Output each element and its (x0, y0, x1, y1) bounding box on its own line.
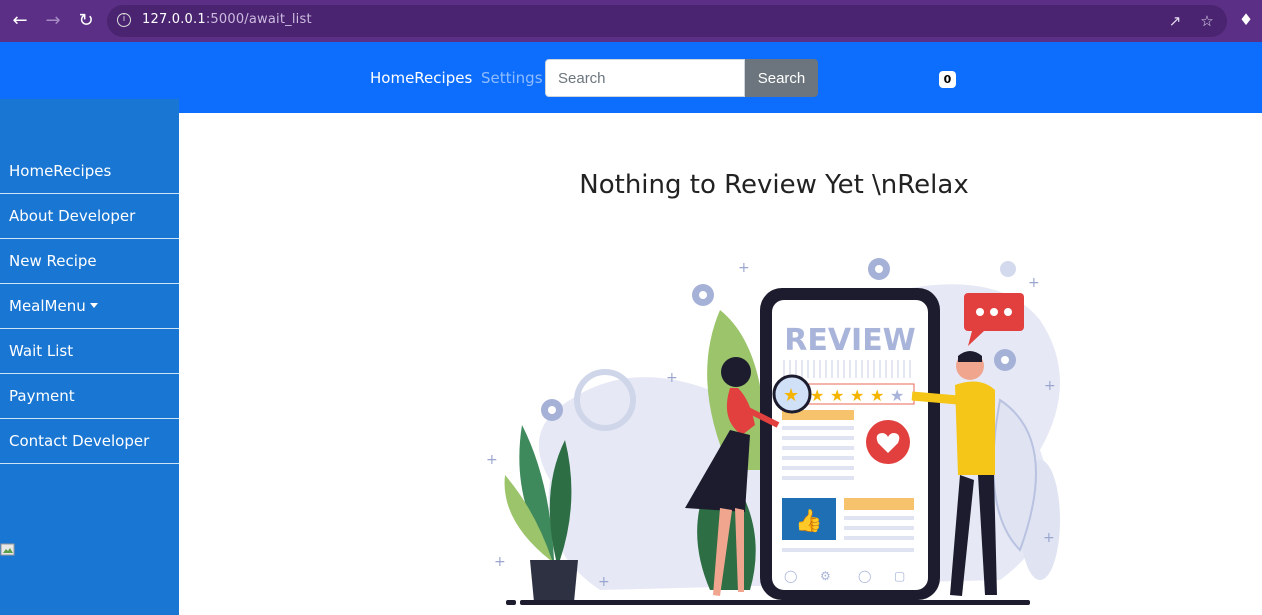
svg-text:★: ★ (870, 386, 884, 405)
sidebar-item-payment[interactable]: Payment (0, 374, 179, 419)
svg-text:+: + (1044, 378, 1056, 394)
extensions-puzzle-icon[interactable]: ♦ (1236, 10, 1256, 30)
reload-icon[interactable]: ↻ (75, 10, 97, 32)
back-arrow-icon[interactable]: ← (9, 10, 31, 32)
sidebar-item-label: Contact Developer (9, 432, 150, 450)
svg-text:★: ★ (783, 385, 799, 406)
svg-text:+: + (486, 452, 498, 468)
svg-text:⚙: ⚙ (820, 569, 831, 583)
screen-bar (844, 498, 914, 510)
page-title: Nothing to Review Yet \nRelax (579, 170, 969, 200)
phone-notch (825, 294, 885, 300)
search-input[interactable] (545, 59, 745, 97)
svg-text:★: ★ (810, 386, 824, 405)
svg-text:▢: ▢ (894, 569, 905, 583)
decor-dot (1000, 261, 1016, 277)
svg-text:👍: 👍 (795, 508, 822, 534)
cart-count-badge: 0 (939, 71, 956, 88)
browser-toolbar: ← → ↻ i 127.0.0.1:5000/await_list ↗ ☆ ♦ (0, 0, 1262, 42)
share-icon[interactable]: ↗ (1165, 11, 1185, 31)
woman-figure (721, 357, 751, 387)
sidebar-item-label: HomeRecipes (9, 162, 112, 180)
svg-text:+: + (494, 554, 506, 570)
svg-text:+: + (738, 260, 750, 276)
svg-text:+: + (1028, 275, 1040, 291)
sidebar-item-new-recipe[interactable]: New Recipe (0, 239, 179, 284)
svg-text:+: + (666, 370, 678, 386)
bookmark-star-icon[interactable]: ☆ (1197, 11, 1217, 31)
sidebar-item-label: Wait List (9, 342, 74, 360)
nav-settings-link[interactable]: Settings (481, 69, 543, 87)
review-screen-title: REVIEW (784, 323, 916, 358)
sidebar-item-homerecipes[interactable]: HomeRecipes (0, 149, 179, 194)
floor-line (520, 600, 1030, 605)
dropdown-caret-icon (89, 303, 98, 308)
sidebar-item-contact-developer[interactable]: Contact Developer (0, 419, 179, 464)
sidebar-item-wait-list[interactable]: Wait List (0, 329, 179, 374)
sidebar-item-about-developer[interactable]: About Developer (0, 194, 179, 239)
top-navbar: HomeRecipes Settings Search 0 (0, 42, 1262, 113)
address-bar[interactable]: i 127.0.0.1:5000/await_list ↗ ☆ (107, 5, 1227, 37)
svg-text:★: ★ (850, 386, 864, 405)
sidebar-item-label: Payment (9, 387, 75, 405)
url-path: :5000/await_list (205, 12, 312, 27)
sidebar-item-label: MealMenu (9, 297, 86, 315)
star-rating-icon: ★ ★ ★ ★ ★ (810, 386, 904, 405)
svg-text:◯: ◯ (784, 569, 797, 583)
svg-text:+: + (598, 574, 610, 590)
sidebar-item-label: About Developer (9, 207, 136, 225)
svg-text:★: ★ (830, 386, 844, 405)
svg-text:◯: ◯ (858, 569, 871, 583)
search-button[interactable]: Search (745, 59, 818, 97)
nav-home-link[interactable]: HomeRecipes (370, 69, 472, 87)
url-host: 127.0.0.1 (142, 12, 206, 27)
plant-pot (530, 560, 578, 602)
address-url[interactable]: 127.0.0.1:5000/await_list (142, 12, 312, 27)
broken-image-icon (0, 543, 15, 556)
svg-text:★: ★ (890, 386, 904, 405)
forward-arrow-icon[interactable]: → (42, 10, 64, 32)
review-illustration: + + + + + + + + REVIEW ★ ★ ★ ★ ★ 👍 ◯ ⚙ ◯ ▢ ★ (486, 258, 1060, 605)
sidebar: HomeRecipes About Developer New Recipe M… (0, 99, 179, 615)
svg-text:+: + (1043, 530, 1055, 546)
sidebar-item-mealmenu[interactable]: MealMenu (0, 284, 179, 329)
sidebar-item-label: New Recipe (9, 252, 97, 270)
site-info-icon[interactable]: i (117, 13, 131, 27)
